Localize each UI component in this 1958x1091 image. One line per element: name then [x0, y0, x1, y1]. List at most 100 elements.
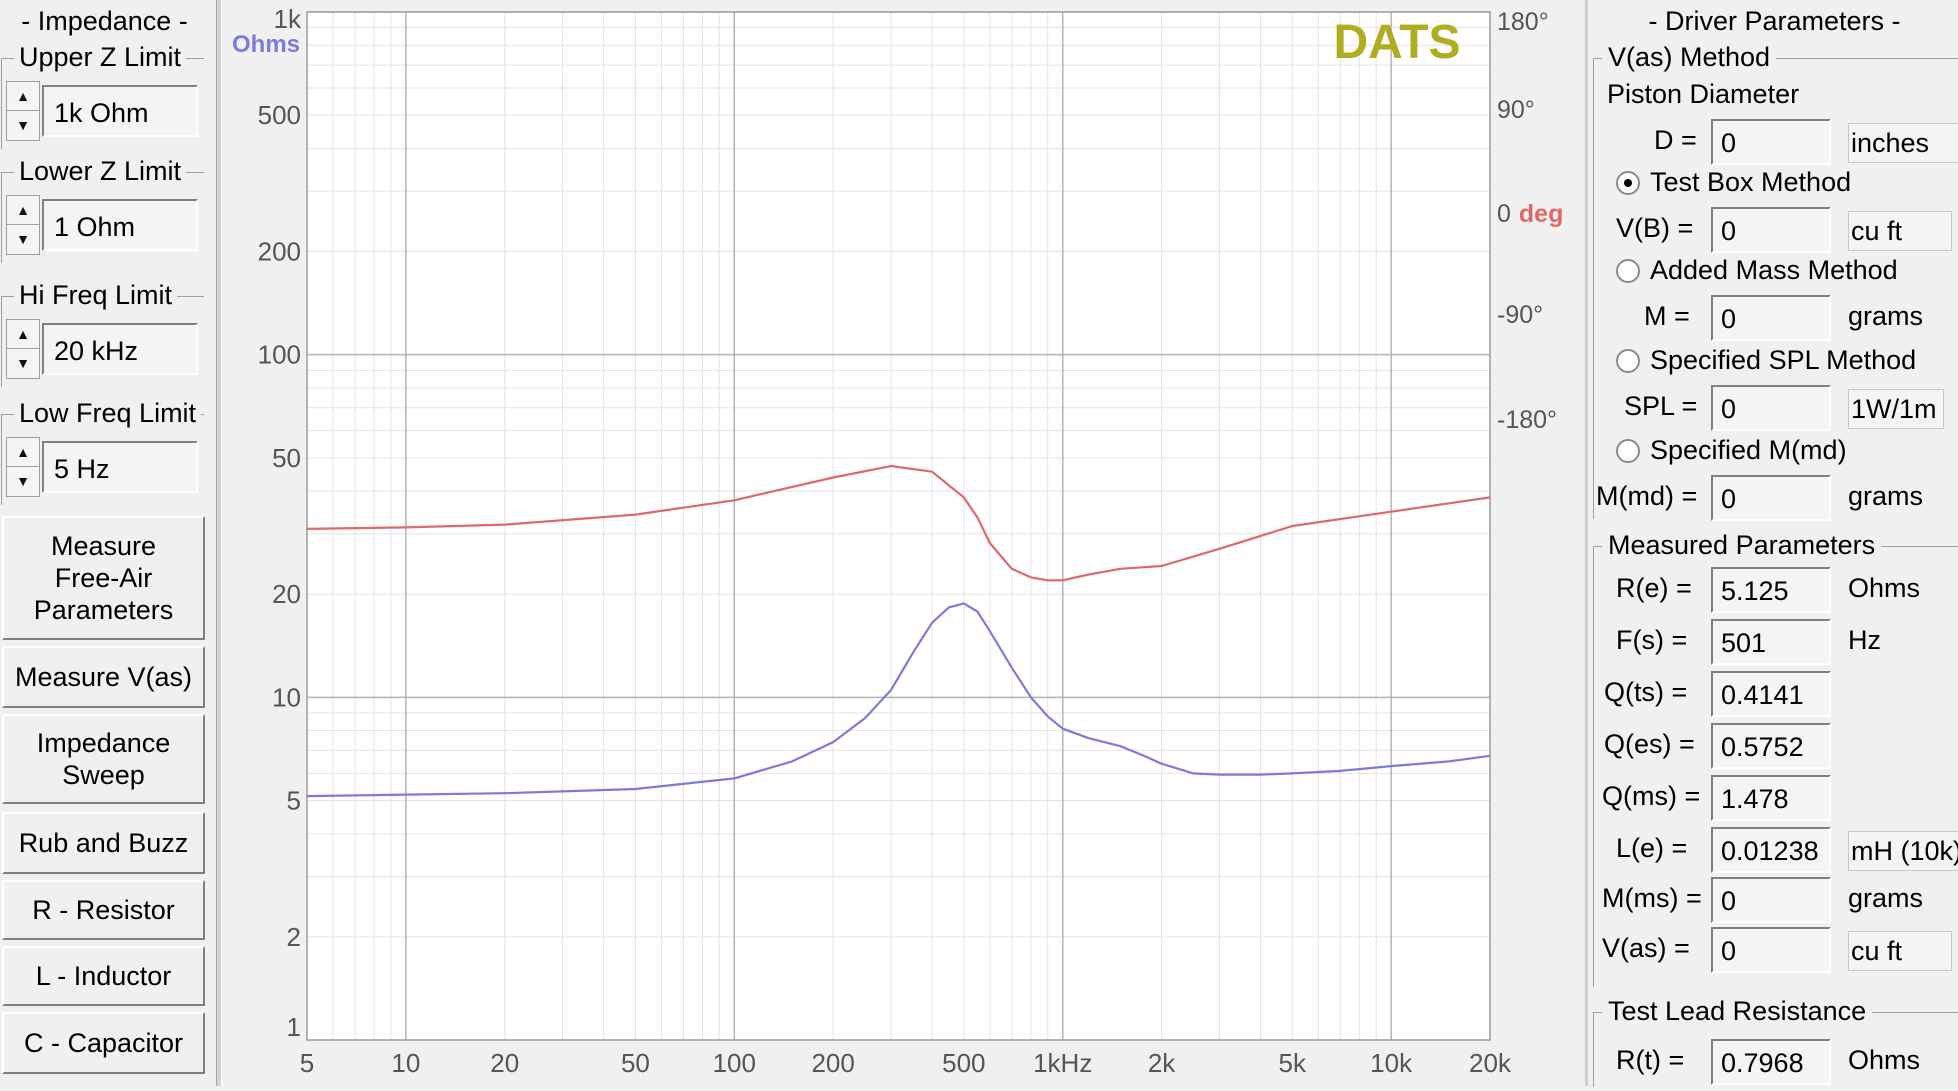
piston-diameter-label: Piston Diameter [1607, 79, 1800, 109]
measured-value-field[interactable]: 501 [1711, 619, 1831, 665]
y-tick-label: 20 [272, 579, 301, 609]
impedance-chart-svg: 5 10 20 50 100 200 500 1kHz 2k 5k 10k 20k 1 2 5 10 20 50… [232, 4, 1563, 1078]
measured-value-field[interactable]: 0.5752 [1711, 723, 1831, 769]
low-freq-title: Low Freq Limit [14, 398, 202, 429]
measured-unit: grams [1848, 883, 1924, 913]
low-freq-group: Low Freq Limit ▲ ▼ 5 Hz [1, 398, 204, 505]
hi-freq-spinner[interactable]: ▲ ▼ [6, 319, 40, 379]
spl-unit[interactable]: 1W/1m [1848, 389, 1944, 429]
added-mass-label: Added Mass Method [1650, 255, 1898, 285]
y2-tick-label: 0 deg [1497, 200, 1563, 228]
measured-label: Q(ms) = [1602, 781, 1701, 811]
impedance-sweep-button[interactable]: Impedance Sweep [2, 714, 205, 804]
x-tick-label: 10 [391, 1048, 420, 1078]
spl-label: SPL = [1624, 391, 1698, 421]
lower-z-field[interactable]: 1 Ohm [42, 199, 198, 251]
measured-parameters-title: Measured Parameters [1602, 530, 1882, 561]
m-unit: grams [1848, 301, 1924, 331]
measured-label: V(as) = [1602, 933, 1690, 963]
rt-label: R(t) = [1616, 1045, 1685, 1075]
lower-z-spinner[interactable]: ▲ ▼ [6, 195, 40, 255]
measured-value-field[interactable]: 0.4141 [1711, 671, 1831, 717]
d-label: D = [1654, 125, 1697, 155]
spl-field[interactable]: 0 [1711, 385, 1831, 431]
measured-value-field[interactable]: 1.478 [1711, 775, 1831, 821]
m-label: M = [1644, 301, 1690, 331]
measured-unit: Ohms [1848, 573, 1921, 603]
y-tick-label: 10 [272, 682, 301, 712]
specified-spl-label: Specified SPL Method [1650, 345, 1917, 375]
measured-label: M(ms) = [1602, 883, 1702, 913]
measure-free-air-button[interactable]: Measure Free-Air Parameters [2, 516, 205, 640]
vb-unit[interactable]: cu ft [1848, 211, 1952, 251]
radio-selected-icon [1624, 179, 1632, 187]
x-tick-label: 20k [1469, 1048, 1512, 1078]
measured-value-field[interactable]: 0 [1711, 877, 1831, 923]
measured-label: L(e) = [1616, 833, 1688, 863]
lower-z-title: Lower Z Limit [14, 156, 187, 187]
x-tick-label: 1kHz [1033, 1048, 1092, 1078]
free-air-line-3: Parameters [33, 595, 174, 625]
spin-down-icon[interactable]: ▼ [7, 111, 39, 139]
measured-value-field[interactable]: 0 [1711, 927, 1831, 973]
measured-unit[interactable]: mH (10k) [1848, 831, 1958, 871]
capacitor-button[interactable]: C - Capacitor [2, 1012, 205, 1074]
upper-z-spinner[interactable]: ▲ ▼ [6, 81, 40, 141]
sweep-line-1: Impedance [36, 728, 171, 758]
vb-field[interactable]: 0 [1711, 207, 1831, 253]
y2-tick-label: 90° [1497, 96, 1535, 124]
vas-method-group: V(as) Method Piston Diameter D = 0 inche… [1593, 42, 1958, 521]
lower-z-group: Lower Z Limit ▲ ▼ 1 Ohm [1, 156, 204, 263]
y-tick-label: 100 [258, 340, 301, 370]
free-air-line-1: Measure [50, 531, 157, 561]
hi-freq-group: Hi Freq Limit ▲ ▼ 20 kHz [1, 280, 204, 387]
measured-label: Q(ts) = [1604, 677, 1688, 707]
hi-freq-field[interactable]: 20 kHz [42, 323, 198, 375]
specified-spl-radio[interactable] [1616, 349, 1640, 373]
d-field[interactable]: 0 [1711, 119, 1831, 165]
measured-unit[interactable]: cu ft [1848, 931, 1952, 971]
measured-parameters-group: Measured Parameters R(e) = 5.125 Ohms F(s) … [1593, 530, 1958, 987]
driver-parameters-header: - Driver Parameters - [1648, 6, 1901, 36]
inductor-button[interactable]: L - Inductor [2, 946, 205, 1006]
rub-and-buzz-button[interactable]: Rub and Buzz [2, 812, 205, 874]
y2-tick-label: -90° [1497, 301, 1543, 329]
x-tick-label: 20 [490, 1048, 519, 1078]
y-tick-label: 5 [287, 785, 301, 815]
x-tick-label: 10k [1370, 1048, 1413, 1078]
resistor-button[interactable]: R - Resistor [2, 880, 205, 940]
y-tick-label: 50 [272, 443, 301, 473]
added-mass-radio[interactable] [1616, 259, 1640, 283]
x-tick-label: 5k [1279, 1048, 1307, 1078]
measured-value-field[interactable]: 5.125 [1711, 567, 1831, 613]
rt-field[interactable]: 0.7968 [1711, 1039, 1831, 1085]
mmd-unit: grams [1848, 481, 1924, 511]
test-lead-group: Test Lead Resistance R(t) = 0.7968 Ohms [1593, 996, 1958, 1087]
spin-up-icon[interactable]: ▲ [7, 196, 39, 225]
measured-value-field[interactable]: 0.01238 [1711, 827, 1831, 873]
spin-down-icon[interactable]: ▼ [7, 225, 39, 253]
d-unit[interactable]: inches [1848, 123, 1958, 163]
x-tick-label: 50 [621, 1048, 650, 1078]
upper-z-field[interactable]: 1k Ohm [42, 85, 198, 137]
m-field[interactable]: 0 [1711, 295, 1831, 341]
sweep-line-2: Sweep [62, 760, 145, 790]
spin-down-icon[interactable]: ▼ [7, 349, 39, 377]
y2-axis-label: deg [1519, 200, 1563, 228]
measured-label: R(e) = [1616, 573, 1692, 603]
low-freq-field[interactable]: 5 Hz [42, 441, 198, 493]
y-tick-label: 500 [258, 100, 301, 130]
specified-mmd-label: Specified M(md) [1650, 435, 1847, 465]
y-tick-label: 1 [287, 1012, 301, 1042]
measure-vas-button[interactable]: Measure V(as) [2, 646, 205, 708]
test-box-radio[interactable] [1616, 171, 1640, 195]
spin-up-icon[interactable]: ▲ [7, 82, 39, 111]
spin-up-icon[interactable]: ▲ [7, 438, 39, 467]
spin-down-icon[interactable]: ▼ [7, 467, 39, 495]
y-axis-label: Ohms [232, 31, 300, 58]
specified-mmd-radio[interactable] [1616, 439, 1640, 463]
low-freq-spinner[interactable]: ▲ ▼ [6, 437, 40, 497]
spin-up-icon[interactable]: ▲ [7, 320, 39, 349]
mmd-field[interactable]: 0 [1711, 475, 1831, 521]
measured-unit: Hz [1848, 625, 1881, 655]
